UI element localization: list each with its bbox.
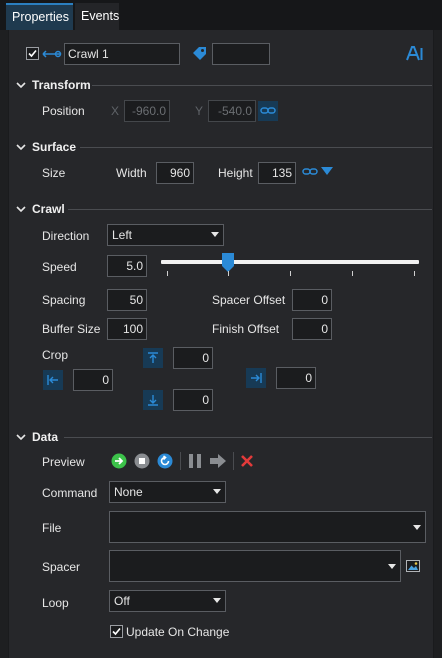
crop-top-icon xyxy=(148,352,158,363)
speed-slider-track[interactable] xyxy=(161,260,419,264)
dropdown-triangle-icon[interactable] xyxy=(321,167,333,176)
height-field[interactable]: 135 xyxy=(258,162,296,184)
y-label: Y xyxy=(195,104,204,118)
divider xyxy=(92,85,432,86)
crop-bottom-button[interactable] xyxy=(143,390,163,410)
check-icon xyxy=(112,627,121,636)
loop-value: Off xyxy=(114,594,130,608)
spacer-select[interactable] xyxy=(109,550,401,582)
data-title: Data xyxy=(32,430,59,444)
check-icon xyxy=(28,49,37,58)
loop-label: Loop xyxy=(42,596,69,610)
slider-tick xyxy=(228,271,229,276)
visible-checkbox[interactable] xyxy=(26,47,39,60)
crop-bottom-icon xyxy=(148,395,158,406)
direction-value: Left xyxy=(112,228,133,242)
spacer-offset-field[interactable]: 0 xyxy=(292,289,332,311)
slider-tick xyxy=(290,271,291,276)
next-arrow-icon[interactable] xyxy=(209,453,227,469)
chevron-down-icon xyxy=(413,525,421,530)
crop-right-icon xyxy=(251,373,262,383)
crop-top-field[interactable]: 0 xyxy=(173,347,213,369)
command-value: None xyxy=(114,485,143,499)
crop-label: Crop xyxy=(42,348,69,362)
buffer-size-label: Buffer Size xyxy=(42,322,101,336)
slider-tick xyxy=(167,271,168,276)
chain-link-icon xyxy=(260,107,276,114)
data-chevron-icon[interactable] xyxy=(16,432,26,442)
stop-icon[interactable] xyxy=(134,453,150,469)
tab-events[interactable]: Events xyxy=(75,3,119,30)
loop-select[interactable]: Off xyxy=(109,590,226,612)
play-icon[interactable] xyxy=(111,453,127,469)
image-picker-icon[interactable] xyxy=(406,559,420,573)
spacing-label: Spacing xyxy=(42,293,86,307)
chevron-down-icon xyxy=(213,598,221,603)
reload-icon[interactable] xyxy=(157,453,173,469)
position-label: Position xyxy=(42,104,85,118)
file-label: File xyxy=(42,521,62,535)
command-label: Command xyxy=(42,486,98,500)
name-field[interactable]: Crawl 1 xyxy=(64,43,180,65)
tab-properties[interactable]: Properties xyxy=(6,3,73,30)
crawl-title: Crawl xyxy=(32,202,65,216)
crawl-chevron-icon[interactable] xyxy=(16,204,26,214)
transform-chevron-icon[interactable] xyxy=(16,80,26,90)
crop-bottom-field[interactable]: 0 xyxy=(173,389,213,411)
crop-top-button[interactable] xyxy=(143,348,163,368)
divider xyxy=(68,209,432,210)
surface-title: Surface xyxy=(32,140,77,154)
update-on-change-label: Update On Change xyxy=(126,625,230,639)
speed-label: Speed xyxy=(42,260,77,274)
speed-field[interactable]: 5.0 xyxy=(107,255,147,277)
direction-label: Direction xyxy=(42,229,90,243)
height-label: Height xyxy=(218,166,253,180)
position-link-button[interactable] xyxy=(258,101,278,121)
chain-link-icon[interactable] xyxy=(302,166,318,178)
command-select[interactable]: None xyxy=(109,481,226,503)
delete-icon[interactable] xyxy=(240,454,254,468)
size-label: Size xyxy=(42,166,66,180)
surface-chevron-icon[interactable] xyxy=(16,142,26,152)
file-select[interactable] xyxy=(109,511,426,543)
crop-left-button[interactable] xyxy=(43,370,63,390)
slider-tick xyxy=(352,271,353,276)
spacer-offset-label: Spacer Offset xyxy=(212,293,286,307)
crop-left-field[interactable]: 0 xyxy=(73,369,113,391)
chevron-down-icon xyxy=(388,564,396,569)
tag-field[interactable] xyxy=(212,43,270,65)
width-label: Width xyxy=(116,166,147,180)
pause-icon[interactable] xyxy=(187,453,203,469)
crop-right-field[interactable]: 0 xyxy=(276,367,316,389)
spacing-field[interactable]: 50 xyxy=(107,289,147,311)
spacer-label: Spacer xyxy=(42,560,81,574)
preview-label: Preview xyxy=(42,455,85,469)
buffer-size-field[interactable]: 100 xyxy=(107,318,147,340)
crop-right-button[interactable] xyxy=(246,368,266,388)
position-y-field[interactable]: -540.0 xyxy=(208,100,256,122)
slider-tick xyxy=(414,271,415,276)
toolbar-separator xyxy=(233,452,234,470)
position-x-field[interactable]: -960.0 xyxy=(124,100,170,122)
update-on-change-checkbox[interactable] xyxy=(110,625,123,638)
text-style-icon[interactable] xyxy=(406,45,424,62)
crop-left-icon xyxy=(47,375,58,385)
chevron-down-icon xyxy=(213,489,221,494)
direction-select[interactable]: Left xyxy=(107,224,224,246)
finish-offset-label: Finish Offset xyxy=(212,322,280,336)
speed-slider-thumb[interactable] xyxy=(222,253,235,272)
link-arrows-icon[interactable] xyxy=(42,48,62,60)
width-field[interactable]: 960 xyxy=(156,162,194,184)
transform-title: Transform xyxy=(32,78,91,92)
finish-offset-field[interactable]: 0 xyxy=(292,318,332,340)
chevron-down-icon xyxy=(211,232,219,237)
tag-icon[interactable] xyxy=(192,46,207,61)
divider xyxy=(80,147,432,148)
divider xyxy=(64,437,432,438)
x-label: X xyxy=(111,104,120,118)
toolbar-separator xyxy=(180,452,181,470)
